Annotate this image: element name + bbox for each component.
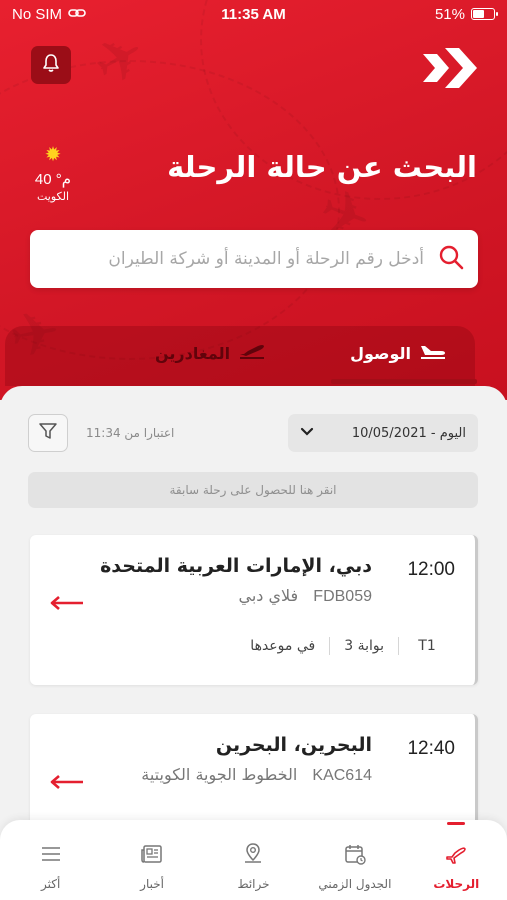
airport-logo-icon (423, 48, 479, 88)
terminal: T1 (418, 638, 436, 654)
flight-number: KAC614 (312, 767, 372, 784)
gate: بوابة 3 (344, 638, 384, 654)
divider (329, 637, 331, 655)
tab-arrivals-label: الوصول (350, 343, 411, 363)
flight-details: KAC614 الخطوط الجوية الكويتية (141, 765, 372, 785)
flight-info-row: T1 بوابة 3 في موعدها (236, 637, 455, 655)
flight-destination: البحرين، البحرين (215, 734, 372, 756)
nav-maps-label: خرائط (237, 877, 270, 891)
arrow-left-icon (50, 596, 83, 610)
nav-schedule-label: الجدول الزمني (318, 877, 392, 891)
airline-name: فلاي دبي (238, 586, 299, 605)
nav-more[interactable]: أكثر (0, 820, 101, 900)
flight-status: في موعدها (250, 638, 316, 654)
flight-time: 12:00 (407, 559, 455, 580)
page-title: البحث عن حالة الرحلة (167, 150, 477, 184)
tab-departures-label: المغادرين (155, 343, 231, 363)
nav-flights[interactable]: الرحلات (406, 820, 507, 900)
airline-name: الخطوط الجوية الكويتية (141, 765, 298, 784)
plane-icon (444, 842, 468, 869)
weather-widget: ✹ 40 °م الكويت (26, 144, 80, 203)
menu-icon (39, 842, 63, 869)
battery-icon (471, 8, 498, 20)
calendar-icon (343, 842, 367, 869)
sun-icon: ✹ (44, 142, 62, 166)
flight-number: FDB059 (313, 588, 372, 605)
active-tab-indicator (331, 379, 477, 384)
bottom-navigation: الرحلات الجدول الزمني خرائط أخبار أكثر (0, 820, 507, 900)
tab-departures[interactable]: المغادرين (155, 342, 266, 364)
last-updated: اعتبارا من 11:34 (86, 426, 175, 440)
status-bar: No SIM 11:35 AM 51% (0, 0, 507, 28)
weather-city: الكويت (36, 190, 70, 203)
previous-flights-button[interactable]: انقر هنا للحصول على رحلة سابقة (28, 472, 478, 508)
flight-card[interactable]: 12:00 دبي، الإمارات العربية المتحدة FDB0… (30, 535, 478, 685)
departure-plane-icon (238, 342, 266, 364)
nav-maps[interactable]: خرائط (203, 820, 304, 900)
temperature: 40 °م (34, 171, 72, 188)
nav-news[interactable]: أخبار (101, 820, 202, 900)
nav-news-label: أخبار (140, 877, 164, 891)
map-pin-icon (241, 842, 265, 869)
notifications-button[interactable] (31, 46, 71, 84)
divider (398, 637, 399, 655)
bell-icon (41, 53, 61, 77)
search-icon[interactable] (438, 244, 464, 274)
flight-search-input[interactable]: أدخل رقم الرحلة أو المدينة أو شركة الطير… (30, 230, 478, 288)
flight-time: 12:40 (407, 738, 455, 759)
arrival-plane-icon (419, 342, 447, 364)
flight-destination: دبي، الإمارات العربية المتحدة (100, 555, 372, 577)
nav-schedule[interactable]: الجدول الزمني (304, 820, 405, 900)
date-value: اليوم - 10/05/2021 (351, 425, 466, 441)
date-dropdown[interactable]: اليوم - 10/05/2021 (288, 414, 478, 452)
chevron-down-icon (300, 426, 314, 441)
tab-arrivals[interactable]: الوصول (350, 342, 447, 364)
news-icon (140, 842, 164, 869)
funnel-icon (38, 421, 58, 445)
nav-flights-label: الرحلات (433, 877, 480, 891)
flight-details: FDB059 فلاي دبي (238, 586, 372, 606)
arrow-left-icon (50, 775, 83, 789)
filter-button[interactable] (28, 414, 68, 452)
nav-more-label: أكثر (41, 877, 61, 891)
flight-direction-tabs: الوصول المغادرين (0, 326, 507, 386)
search-placeholder: أدخل رقم الرحلة أو المدينة أو شركة الطير… (108, 249, 424, 269)
clock: 11:35 AM (221, 5, 286, 23)
